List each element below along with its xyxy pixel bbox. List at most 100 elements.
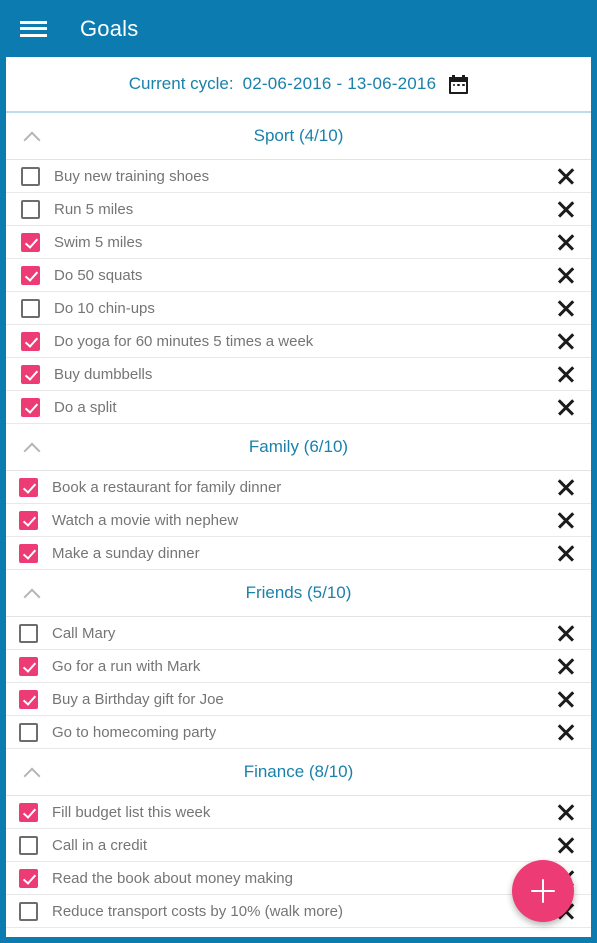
goal-row[interactable]: Watch a movie with nephew	[6, 504, 591, 537]
goal-label: Go for a run with Mark	[52, 657, 201, 675]
delete-goal-icon[interactable]	[555, 363, 577, 385]
delete-goal-icon[interactable]	[555, 396, 577, 418]
delete-goal-icon[interactable]	[555, 231, 577, 253]
delete-goal-icon[interactable]	[555, 297, 577, 319]
delete-goal-icon[interactable]	[555, 542, 577, 564]
goal-row[interactable]: Run 5 miles	[6, 193, 591, 226]
hamburger-menu-icon[interactable]	[20, 18, 47, 40]
goal-checkbox-checked[interactable]	[19, 477, 38, 497]
goal-checkbox-checked[interactable]	[19, 689, 38, 709]
goal-row[interactable]: Go to homecoming party	[6, 716, 591, 749]
calendar-icon[interactable]	[449, 74, 469, 94]
goal-checkbox-unchecked[interactable]	[19, 835, 38, 855]
goal-checkbox-checked[interactable]	[19, 868, 38, 888]
goal-label: Do 10 chin-ups	[54, 299, 155, 317]
goal-checkbox-checked[interactable]	[19, 656, 38, 676]
goal-checkbox-unchecked[interactable]	[21, 166, 40, 186]
add-goal-fab[interactable]	[512, 860, 574, 922]
goals-app: Goals Current cycle: 02-06-2016 - 13-06-…	[0, 0, 597, 943]
goal-label: Watch a movie with nephew	[52, 511, 239, 529]
goal-checkbox-unchecked[interactable]	[19, 722, 38, 742]
goal-label: Do 50 squats	[54, 266, 143, 284]
calendar-peg	[462, 74, 466, 78]
goal-row[interactable]: Read the book about money making	[6, 862, 591, 895]
goal-row[interactable]: Fill budget list this week	[6, 796, 591, 829]
delete-goal-icon[interactable]	[555, 622, 577, 644]
goal-row[interactable]: Swim 5 miles	[6, 226, 591, 259]
goal-checkbox-checked[interactable]	[21, 364, 40, 384]
goal-label: Read the book about money making	[52, 869, 293, 887]
goal-label: Reduce transport costs by 10% (walk more…	[52, 902, 343, 920]
goal-label: Do yoga for 60 minutes 5 times a week	[54, 332, 314, 350]
goal-row[interactable]: Call in a credit	[6, 829, 591, 862]
goal-label: Do a split	[54, 398, 117, 416]
section-title: Family (6/10)	[248, 437, 349, 456]
delete-goal-icon[interactable]	[555, 834, 577, 856]
goal-checkbox-checked[interactable]	[21, 397, 40, 417]
calendar-dot	[462, 83, 465, 86]
goal-label: Run 5 miles	[54, 200, 134, 218]
chevron-up-icon[interactable]	[24, 129, 39, 144]
goal-label: Buy a Birthday gift for Joe	[52, 690, 224, 708]
section-header-friends[interactable]: Friends (5/10)	[6, 570, 591, 617]
goal-row[interactable]: Do yoga for 60 minutes 5 times a week	[6, 325, 591, 358]
goal-checkbox-unchecked[interactable]	[19, 623, 38, 643]
goal-checkbox-checked[interactable]	[19, 543, 38, 563]
goal-checkbox-checked[interactable]	[21, 265, 40, 285]
section-title: Sport (4/10)	[253, 126, 344, 145]
section-header-finance[interactable]: Finance (8/10)	[6, 749, 591, 796]
goal-label: Swim 5 miles	[54, 233, 143, 251]
goal-row[interactable]: Book a restaurant for family dinner	[6, 471, 591, 504]
delete-goal-icon[interactable]	[555, 688, 577, 710]
goal-checkbox-unchecked[interactable]	[19, 901, 38, 921]
goal-checkbox-unchecked[interactable]	[21, 199, 40, 219]
goal-checkbox-checked[interactable]	[21, 232, 40, 252]
calendar-dot	[457, 83, 460, 86]
goal-row[interactable]: Go for a run with Mark	[6, 650, 591, 683]
goal-label: Buy dumbbells	[54, 365, 153, 383]
hamburger-bar	[20, 27, 47, 30]
goal-row[interactable]: Call Mary	[6, 617, 591, 650]
goal-row[interactable]: Do 50 squats	[6, 259, 591, 292]
chevron-up-icon[interactable]	[24, 765, 39, 780]
content-frame: Current cycle: 02-06-2016 - 13-06-2016 S…	[0, 57, 597, 943]
current-cycle-bar: Current cycle: 02-06-2016 - 13-06-2016	[6, 57, 591, 113]
chevron-up-icon[interactable]	[24, 586, 39, 601]
hamburger-bar	[20, 33, 47, 37]
delete-goal-icon[interactable]	[555, 509, 577, 531]
goal-row[interactable]: Buy a Birthday gift for Joe	[6, 683, 591, 716]
app-toolbar: Goals	[0, 0, 597, 57]
delete-goal-icon[interactable]	[555, 801, 577, 823]
page-title: Goals	[80, 15, 139, 41]
goal-row[interactable]: Reduce transport costs by 10% (walk more…	[6, 895, 591, 928]
section-header-creativity[interactable]: Creativity (6/10)	[6, 928, 591, 937]
goal-label: Book a restaurant for family dinner	[52, 478, 282, 496]
current-cycle-range: 02-06-2016 - 13-06-2016	[242, 74, 437, 93]
goal-label: Call in a credit	[52, 836, 148, 854]
goal-checkbox-checked[interactable]	[21, 331, 40, 351]
delete-goal-icon[interactable]	[555, 655, 577, 677]
goal-checkbox-unchecked[interactable]	[21, 298, 40, 318]
delete-goal-icon[interactable]	[555, 330, 577, 352]
delete-goal-icon[interactable]	[555, 721, 577, 743]
goal-row[interactable]: Do a split	[6, 391, 591, 424]
hamburger-bar	[20, 20, 47, 24]
section-title: Finance (8/10)	[243, 762, 354, 781]
section-header-sport[interactable]: Sport (4/10)	[6, 113, 591, 160]
goal-label: Buy new training shoes	[54, 167, 210, 185]
goal-checkbox-checked[interactable]	[19, 510, 38, 530]
goal-label: Make a sunday dinner	[52, 544, 200, 562]
section-title: Friends (5/10)	[245, 583, 352, 602]
delete-goal-icon[interactable]	[555, 165, 577, 187]
delete-goal-icon[interactable]	[555, 476, 577, 498]
goal-row[interactable]: Buy new training shoes	[6, 160, 591, 193]
goal-checkbox-checked[interactable]	[19, 802, 38, 822]
goal-label: Call Mary	[52, 624, 116, 642]
chevron-up-icon[interactable]	[24, 440, 39, 455]
delete-goal-icon[interactable]	[555, 264, 577, 286]
goal-row[interactable]: Buy dumbbells	[6, 358, 591, 391]
goal-row[interactable]: Make a sunday dinner	[6, 537, 591, 570]
section-header-family[interactable]: Family (6/10)	[6, 424, 591, 471]
goal-row[interactable]: Do 10 chin-ups	[6, 292, 591, 325]
delete-goal-icon[interactable]	[555, 198, 577, 220]
